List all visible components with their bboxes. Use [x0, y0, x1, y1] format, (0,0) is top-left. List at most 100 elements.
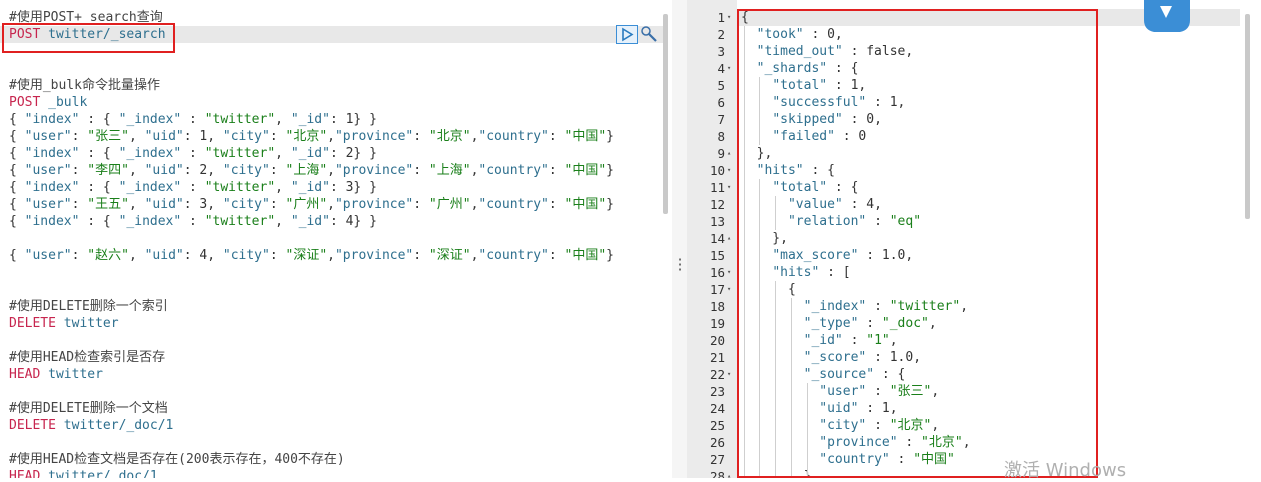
line-number: 11	[709, 180, 725, 195]
kibana-logo-icon	[1144, 0, 1190, 32]
editor-line[interactable]: #使用DELETE删除一个文档	[9, 400, 168, 417]
code-token: :	[548, 129, 565, 144]
line-number: 14	[709, 231, 725, 246]
line-number: 10	[709, 163, 725, 178]
code-token: "中国"	[564, 248, 607, 263]
code-token: : {	[79, 112, 119, 127]
editor-line[interactable]: { "index" : { "_index" : "twitter", "_id…	[9, 179, 377, 196]
code-token: {	[9, 163, 25, 178]
code-token: "country"	[478, 163, 549, 178]
editor-line[interactable]: { "user": "赵六", "uid": 4, "city": "深证","…	[9, 247, 614, 264]
line-number: 4	[717, 61, 725, 76]
code-token: : {	[79, 146, 119, 161]
code-token: {	[9, 180, 25, 195]
code-token: ,	[275, 146, 291, 161]
request-settings-button[interactable]	[640, 25, 658, 44]
response-viewer[interactable]: 1 ▾{2 "took" : 0, 3 "timed_out" : false, 4 ▾…	[687, 0, 1261, 478]
code-token: }	[606, 197, 614, 212]
fold-toggle-icon[interactable]: ▾	[727, 162, 736, 179]
code-token: "李四"	[87, 163, 129, 178]
line-number: 26	[709, 435, 725, 450]
fold-toggle-icon[interactable]: ▾	[727, 60, 736, 77]
code-token: ,	[275, 214, 291, 229]
response-scrollbar[interactable]	[1245, 14, 1250, 219]
line-number: 7	[717, 112, 725, 127]
fold-toggle-icon[interactable]: ▴	[727, 468, 736, 478]
code-token: : 4,	[183, 248, 223, 263]
fold-toggle-icon[interactable]: ▾	[727, 179, 736, 196]
fold-toggle-icon[interactable]: ▾	[727, 281, 736, 298]
code-token: "twitter"	[204, 214, 276, 229]
code-token: "赵六"	[87, 248, 129, 263]
code-token: "twitter"	[204, 180, 276, 195]
code-token: "uid"	[144, 248, 184, 263]
editor-line[interactable]: { "user": "张三", "uid": 1, "city": "北京","…	[9, 128, 614, 145]
code-token: #使用HEAD检查文档是否存在(200表示存在，400不存在)	[9, 452, 345, 467]
line-number: 6	[717, 95, 725, 110]
code-token: "twitter"	[204, 146, 276, 161]
editor-line[interactable]: { "index" : { "_index" : "twitter", "_id…	[9, 111, 377, 128]
fold-toggle-icon[interactable]: ▴	[727, 145, 736, 162]
editor-line[interactable]: #使用HEAD检查文档是否存在(200表示存在，400不存在)	[9, 451, 345, 468]
line-number: 27	[709, 452, 725, 467]
editor-line[interactable]: HEAD twitter/_doc/1	[9, 468, 158, 478]
editor-line[interactable]: { "index" : { "_index" : "twitter", "_id…	[9, 145, 377, 162]
editor-line[interactable]: DELETE twitter	[9, 315, 119, 332]
code-token: "city"	[222, 129, 270, 144]
code-token: : 1} }	[329, 112, 377, 127]
code-token: "深证"	[285, 248, 328, 263]
code-token: :	[71, 248, 88, 263]
fold-toggle-icon[interactable]: ▴	[727, 230, 736, 247]
code-token: "user"	[24, 248, 72, 263]
code-token: "province"	[334, 129, 414, 144]
code-token: :	[413, 248, 429, 263]
code-token: _bulk	[40, 95, 88, 110]
fold-toggle-icon[interactable]: ▾	[727, 9, 736, 26]
code-token: :	[71, 197, 88, 212]
windows-activation-watermark: 激活 Windows	[1004, 460, 1127, 481]
editor-line[interactable]: #使用HEAD检查索引是否存	[9, 349, 165, 366]
code-token: :	[181, 112, 205, 127]
code-token: #使用DELETE删除一个索引	[9, 299, 168, 314]
editor-scrollbar[interactable]	[663, 14, 668, 214]
editor-line[interactable]: POST _bulk	[9, 94, 87, 111]
code-token: "user"	[24, 163, 72, 178]
code-token: : 3,	[183, 197, 223, 212]
editor-line[interactable]: #使用DELETE删除一个索引	[9, 298, 168, 315]
code-token: {	[9, 214, 25, 229]
highlight-box-request	[2, 23, 175, 53]
code-token: ,	[275, 112, 291, 127]
request-editor[interactable]: #使用POST+_search查询 POST twitter/_search #使用…	[0, 0, 672, 478]
code-token: "_id"	[290, 180, 330, 195]
line-number: 20	[709, 333, 725, 348]
line-number: 24	[709, 401, 725, 416]
code-token: "twitter"	[204, 112, 276, 127]
run-request-button[interactable]	[616, 25, 638, 44]
code-token: "中国"	[564, 129, 607, 144]
fold-toggle-icon[interactable]: ▾	[727, 264, 736, 281]
code-token: :	[269, 248, 286, 263]
code-token: twitter	[40, 367, 103, 382]
code-token: "uid"	[144, 163, 184, 178]
editor-line[interactable]: #使用_bulk命令批量操作	[9, 77, 160, 94]
editor-line[interactable]: DELETE twitter/_doc/1	[9, 417, 173, 434]
code-token: "city"	[222, 197, 270, 212]
code-token: "_index"	[118, 146, 182, 161]
code-token: "_id"	[290, 214, 330, 229]
editor-line[interactable]: { "user": "王五", "uid": 3, "city": "广州","…	[9, 196, 614, 213]
resize-handle-icon[interactable]: · · ·	[676, 254, 684, 277]
code-token: ,	[128, 197, 145, 212]
line-number: 8	[717, 129, 725, 144]
code-token: "_index"	[118, 214, 182, 229]
editor-line[interactable]: { "index" : { "_index" : "twitter", "_id…	[9, 213, 377, 230]
code-token: twitter/_doc/1	[55, 418, 174, 433]
pane-divider[interactable]	[672, 0, 687, 478]
code-token: "uid"	[144, 197, 184, 212]
code-token: : 3} }	[329, 180, 377, 195]
code-token: :	[269, 129, 286, 144]
fold-toggle-icon[interactable]: ▾	[727, 366, 736, 383]
code-token: : 2} }	[329, 146, 377, 161]
code-token: {	[9, 197, 25, 212]
editor-line[interactable]: { "user": "李四", "uid": 2, "city": "上海","…	[9, 162, 614, 179]
editor-line[interactable]: HEAD twitter	[9, 366, 103, 383]
